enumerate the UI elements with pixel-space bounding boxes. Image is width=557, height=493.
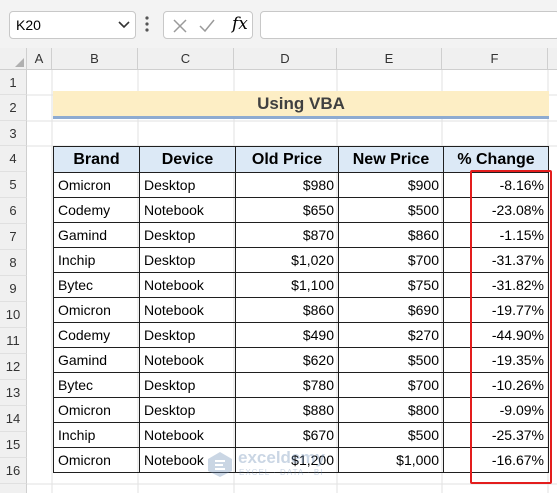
column-header-c[interactable]: C (138, 48, 234, 70)
name-box-value: K20 (16, 17, 41, 33)
row-header-9[interactable]: 9 (0, 276, 27, 302)
row-header-5[interactable]: 5 (0, 172, 27, 198)
cell-brand[interactable]: Inchip (53, 422, 140, 448)
watermark-tagline: EXCEL · DATA · BI (239, 468, 324, 477)
table-header-row: Brand Device Old Price New Price % Chang… (53, 146, 549, 173)
cancel-icon[interactable] (171, 17, 189, 35)
cell-old-price[interactable]: $870 (235, 222, 339, 248)
row-header-11[interactable]: 11 (0, 328, 27, 354)
cell-brand[interactable]: Gamind (53, 347, 140, 373)
column-header-f[interactable]: F (442, 48, 548, 70)
cell-device[interactable]: Notebook (139, 272, 236, 298)
cell-old-price[interactable]: $1,100 (235, 272, 339, 298)
formula-bar: K20 fx (0, 0, 557, 48)
cell-device[interactable]: Desktop (139, 372, 236, 398)
cell-brand[interactable]: Bytec (53, 372, 140, 398)
header-brand[interactable]: Brand (53, 146, 140, 173)
cell-new-price[interactable]: $700 (338, 372, 444, 398)
formula-buttons: fx (163, 11, 253, 39)
cell-device[interactable]: Desktop (139, 322, 236, 348)
enter-check-icon[interactable] (198, 17, 216, 35)
cell-old-price[interactable]: $880 (235, 397, 339, 423)
cell-brand[interactable]: Omicron (53, 172, 140, 198)
spreadsheet-grid[interactable]: A B C D E F 1 2 3 4 5 6 7 8 9 10 11 12 1… (0, 48, 557, 493)
select-all-icon (15, 58, 24, 67)
cell-device[interactable]: Notebook (139, 297, 236, 323)
row-header-7[interactable]: 7 (0, 224, 27, 250)
chevron-down-icon[interactable] (117, 20, 131, 30)
cell-new-price[interactable]: $700 (338, 247, 444, 273)
cell-device[interactable]: Desktop (139, 222, 236, 248)
cell-new-price[interactable]: $500 (338, 347, 444, 373)
cell-device[interactable]: Desktop (139, 397, 236, 423)
cell-new-price[interactable]: $860 (338, 222, 444, 248)
row-header-12[interactable]: 12 (0, 354, 27, 380)
header-device[interactable]: Device (139, 146, 236, 173)
cell-brand[interactable]: Codemy (53, 322, 140, 348)
formula-input[interactable] (260, 11, 557, 39)
cell-new-price[interactable]: $750 (338, 272, 444, 298)
cell-device[interactable]: Notebook (139, 422, 236, 448)
cell-old-price[interactable]: $670 (235, 422, 339, 448)
row-header-17[interactable] (0, 484, 27, 493)
cell-old-price[interactable]: $1,020 (235, 247, 339, 273)
header-old-price[interactable]: Old Price (235, 146, 339, 173)
cell-old-price[interactable]: $650 (235, 197, 339, 223)
cell-new-price[interactable]: $500 (338, 197, 444, 223)
cell-old-price[interactable]: $980 (235, 172, 339, 198)
row-header-2[interactable]: 2 (0, 95, 27, 121)
row-header-16[interactable]: 16 (0, 458, 27, 484)
column-header-d[interactable]: D (234, 48, 337, 70)
cell-brand[interactable]: Omicron (53, 297, 140, 323)
cell-brand[interactable]: Inchip (53, 247, 140, 273)
cell-device[interactable]: Desktop (139, 247, 236, 273)
row-header-8[interactable]: 8 (0, 250, 27, 276)
cell-old-price[interactable]: $620 (235, 347, 339, 373)
row-header-15[interactable]: 15 (0, 432, 27, 458)
cell-brand[interactable]: Codemy (53, 197, 140, 223)
cell-brand[interactable]: Gamind (53, 222, 140, 248)
cell-new-price[interactable]: $270 (338, 322, 444, 348)
cell-device[interactable]: Notebook (139, 197, 236, 223)
row-header-13[interactable]: 13 (0, 380, 27, 406)
column-header-b[interactable]: B (52, 48, 138, 70)
row-header-4[interactable]: 4 (0, 146, 27, 172)
watermark-name: exceldemy (238, 448, 325, 467)
cell-brand[interactable]: Omicron (53, 397, 140, 423)
select-all-corner[interactable] (0, 48, 27, 70)
cell-new-price[interactable]: $690 (338, 297, 444, 323)
name-box[interactable]: K20 (9, 11, 136, 39)
row-header-6[interactable]: 6 (0, 198, 27, 224)
cell-new-price[interactable]: $800 (338, 397, 444, 423)
cell-brand[interactable]: Bytec (53, 272, 140, 298)
header-percent-change[interactable]: % Change (443, 146, 549, 173)
watermark: exceldemy EXCEL · DATA · BI (206, 447, 366, 481)
column-header-g[interactable] (548, 48, 557, 70)
cell-old-price[interactable]: $860 (235, 297, 339, 323)
sheet-title: Using VBA (53, 91, 549, 119)
cell-new-price[interactable]: $900 (338, 172, 444, 198)
header-new-price[interactable]: New Price (338, 146, 444, 173)
cell-old-price[interactable]: $780 (235, 372, 339, 398)
cell-device[interactable]: Desktop (139, 172, 236, 198)
cell-old-price[interactable]: $490 (235, 322, 339, 348)
row-header-14[interactable]: 14 (0, 406, 27, 432)
row-header-3[interactable]: 3 (0, 121, 27, 146)
column-header-a[interactable]: A (27, 48, 52, 70)
more-options-icon[interactable] (144, 15, 150, 33)
insert-function-button[interactable]: fx (232, 14, 248, 34)
column-header-e[interactable]: E (337, 48, 442, 70)
percent-change-highlight (470, 170, 552, 484)
cell-brand[interactable]: Omicron (53, 447, 140, 473)
row-header-1[interactable]: 1 (0, 70, 27, 95)
exceldemy-logo-icon (208, 452, 232, 477)
cell-device[interactable]: Notebook (139, 347, 236, 373)
row-header-10[interactable]: 10 (0, 302, 27, 328)
cell-new-price[interactable]: $500 (338, 422, 444, 448)
